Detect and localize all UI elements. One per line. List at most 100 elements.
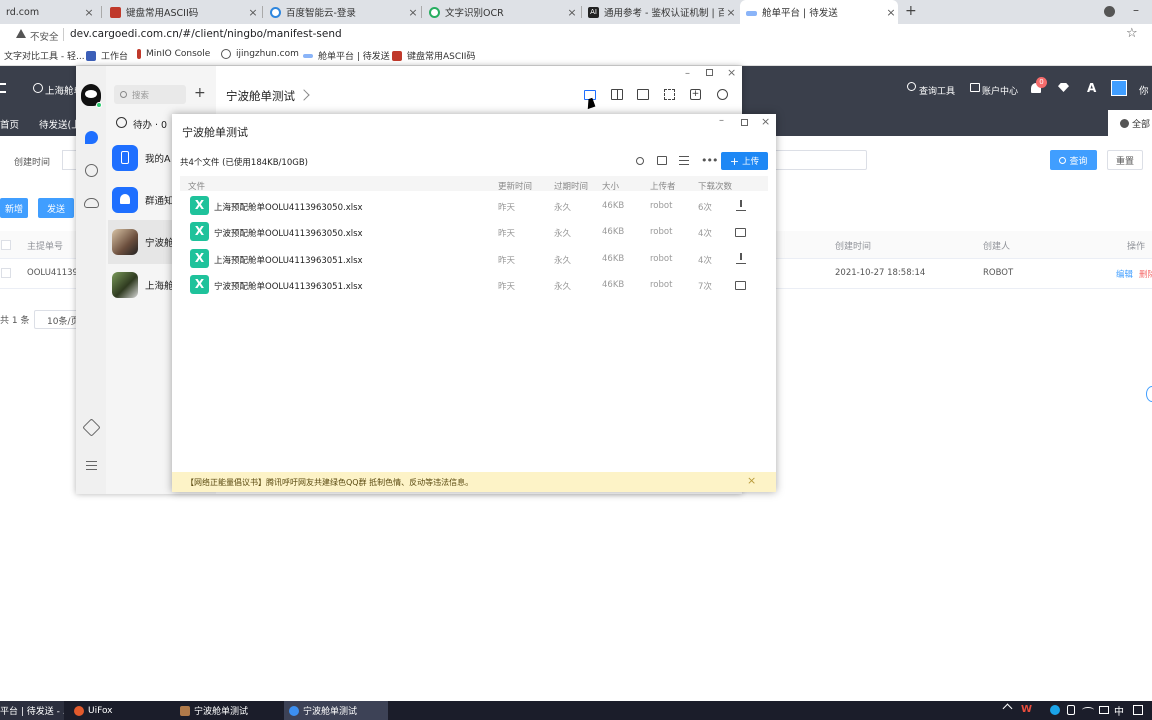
close-icon[interactable]: × xyxy=(727,66,736,79)
tab-all[interactable]: 全部 xyxy=(1108,110,1152,136)
file-row[interactable]: X 宁波预配舱单OOLU4113963051.xlsx 昨天 永久 46KB r… xyxy=(180,272,768,298)
file-name[interactable]: 上海预配舱单OOLU4113963051.xlsx xyxy=(214,254,363,266)
reset-button[interactable]: 重置 xyxy=(1107,150,1143,170)
minimize-icon[interactable]: – xyxy=(1133,3,1139,17)
plus-icon: + xyxy=(729,154,740,168)
query-tools-link[interactable]: 查询工具 xyxy=(919,84,955,97)
image-icon[interactable] xyxy=(637,89,649,100)
edit-icon[interactable] xyxy=(298,89,310,101)
maximize-icon[interactable] xyxy=(706,69,713,76)
date-range-input[interactable] xyxy=(62,150,76,170)
account-center-link[interactable]: 账户中心 xyxy=(982,84,1018,97)
bookmark-item[interactable]: 键盘常用ASCII码 xyxy=(392,49,475,62)
bookmark-star-icon[interactable]: ☆ xyxy=(1126,26,1138,41)
file-row[interactable]: X 宁波预配舱单OOLU4113963050.xlsx 昨天 永久 46KB r… xyxy=(180,219,768,245)
file-name[interactable]: 宁波预配舱单OOLU4113963051.xlsx xyxy=(214,280,363,292)
browser-tab-5[interactable]: AI 通用参考 - 鉴权认证机制 | 百度AI × xyxy=(582,0,738,24)
contacts-icon[interactable] xyxy=(85,164,98,177)
tray-expand-icon[interactable] xyxy=(1002,703,1013,714)
settings-gear-icon[interactable] xyxy=(717,89,728,100)
volume-icon[interactable] xyxy=(1067,705,1075,715)
bookmark-item[interactable]: 文字对比工具 - 轻... xyxy=(4,49,85,62)
close-icon[interactable]: × xyxy=(884,6,898,19)
close-icon[interactable]: × xyxy=(406,6,420,19)
download-icon[interactable] xyxy=(736,200,746,211)
nav-home[interactable]: 首页 xyxy=(0,117,19,131)
file-row[interactable]: X 上海预配舱单OOLU4113963051.xlsx 昨天 永久 46KB r… xyxy=(180,246,768,272)
taskbar-item[interactable]: 宁波舱单测试 xyxy=(180,701,280,720)
qq-search-input[interactable]: 搜索 xyxy=(114,85,186,104)
close-icon[interactable]: × xyxy=(565,6,579,19)
add-button[interactable]: 新增 xyxy=(0,198,28,218)
download-icon[interactable] xyxy=(736,253,746,264)
inbox-icon[interactable] xyxy=(657,156,667,165)
security-label[interactable]: 不安全 xyxy=(30,29,59,43)
todo-label[interactable]: 待办 · 0 xyxy=(133,117,167,131)
bluetooth-icon[interactable] xyxy=(1050,705,1060,715)
maximize-icon[interactable] xyxy=(741,119,748,126)
wifi-icon[interactable] xyxy=(1082,707,1094,713)
keyboard-grid-icon[interactable] xyxy=(1133,705,1143,715)
close-icon[interactable]: × xyxy=(246,6,260,19)
font-size-button[interactable]: A xyxy=(1087,81,1096,95)
ime-indicator[interactable]: 中 xyxy=(1114,703,1124,718)
diamond-icon[interactable] xyxy=(1058,83,1069,92)
wps-icon[interactable]: W xyxy=(1021,704,1032,715)
minimize-icon[interactable]: – xyxy=(719,115,724,126)
browser-tab-3[interactable]: 百度智能云-登录 × xyxy=(264,0,420,24)
bookmark-item[interactable]: 工作台 xyxy=(86,49,128,62)
browser-tab-4[interactable]: 文字识别OCR × xyxy=(423,0,579,24)
cloud-icon[interactable] xyxy=(84,198,99,208)
file-name[interactable]: 宁波预配舱单OOLU4113963050.xlsx xyxy=(214,227,363,239)
page-size-select[interactable]: 10条/页 xyxy=(34,310,78,329)
more-icon[interactable]: ••• xyxy=(701,154,718,167)
close-icon[interactable]: × xyxy=(747,474,756,487)
menu-icon[interactable] xyxy=(86,461,97,470)
add-square-icon[interactable]: + xyxy=(690,89,701,100)
file-name[interactable]: 上海预配舱单OOLU4113963050.xlsx xyxy=(214,201,363,213)
book-icon[interactable] xyxy=(611,89,623,100)
send-button[interactable]: 发送 xyxy=(38,198,74,218)
taskbar-item[interactable]: 平台 | 待发送 - ... xyxy=(0,701,64,720)
list-view-icon[interactable] xyxy=(679,156,689,165)
new-tab-button[interactable]: + xyxy=(905,3,917,19)
add-icon[interactable]: + xyxy=(194,85,206,101)
browser-tab-active[interactable]: 舱单平台 | 待发送 × xyxy=(740,0,898,24)
taskbar-item[interactable]: UiFox xyxy=(74,701,164,720)
app-center-icon[interactable] xyxy=(82,418,101,437)
minimize-icon[interactable]: – xyxy=(685,68,690,79)
filter-label: 创建时间 xyxy=(14,158,51,168)
bookmark-item[interactable]: MinIO Console xyxy=(137,49,210,59)
avatar[interactable] xyxy=(1111,80,1127,96)
col-creator: 创建人 xyxy=(983,242,1011,252)
filter-input[interactable] xyxy=(776,150,867,170)
bookmark-item[interactable]: ijingzhun.com xyxy=(221,49,299,59)
folder-icon[interactable] xyxy=(735,281,746,290)
tab-search-icon[interactable] xyxy=(1104,6,1115,17)
bookmark-item[interactable]: 舱单平台 | 待发送 xyxy=(303,49,390,62)
menu-icon[interactable] xyxy=(0,83,6,93)
input-method-icon[interactable] xyxy=(1099,706,1109,714)
close-icon[interactable]: × xyxy=(724,6,738,19)
upload-button[interactable]: + 上传 xyxy=(721,152,768,170)
user-name[interactable]: 你 xyxy=(1139,83,1149,97)
browser-tab-2[interactable]: 键盘常用ASCII码 × xyxy=(104,0,260,24)
row-checkbox[interactable] xyxy=(1,268,11,278)
search-icon[interactable] xyxy=(636,157,644,165)
apps-grid-icon[interactable] xyxy=(664,89,675,100)
select-all-checkbox[interactable] xyxy=(1,240,11,250)
folder-icon[interactable] xyxy=(735,228,746,237)
file-expires: 永久 xyxy=(554,256,572,266)
message-icon[interactable] xyxy=(85,131,98,144)
file-row[interactable]: X 上海预配舱单OOLU4113963050.xlsx 昨天 永久 46KB r… xyxy=(180,193,768,219)
taskbar-item-active[interactable]: 宁波舱单测试 xyxy=(284,701,388,720)
delete-link[interactable]: 删除 xyxy=(1139,268,1152,280)
url-field[interactable]: dev.cargoedi.com.cn/#/client/ningbo/mani… xyxy=(70,28,342,40)
browser-tab-1[interactable]: rd.com × xyxy=(0,0,96,24)
float-help-icon[interactable] xyxy=(1146,386,1152,402)
edit-link[interactable]: 编辑 xyxy=(1116,268,1133,280)
nav-pending-send[interactable]: 待发送(上 xyxy=(39,117,81,131)
close-icon[interactable]: × xyxy=(761,115,770,128)
query-button[interactable]: 查询 xyxy=(1050,150,1097,170)
close-icon[interactable]: × xyxy=(82,6,96,19)
